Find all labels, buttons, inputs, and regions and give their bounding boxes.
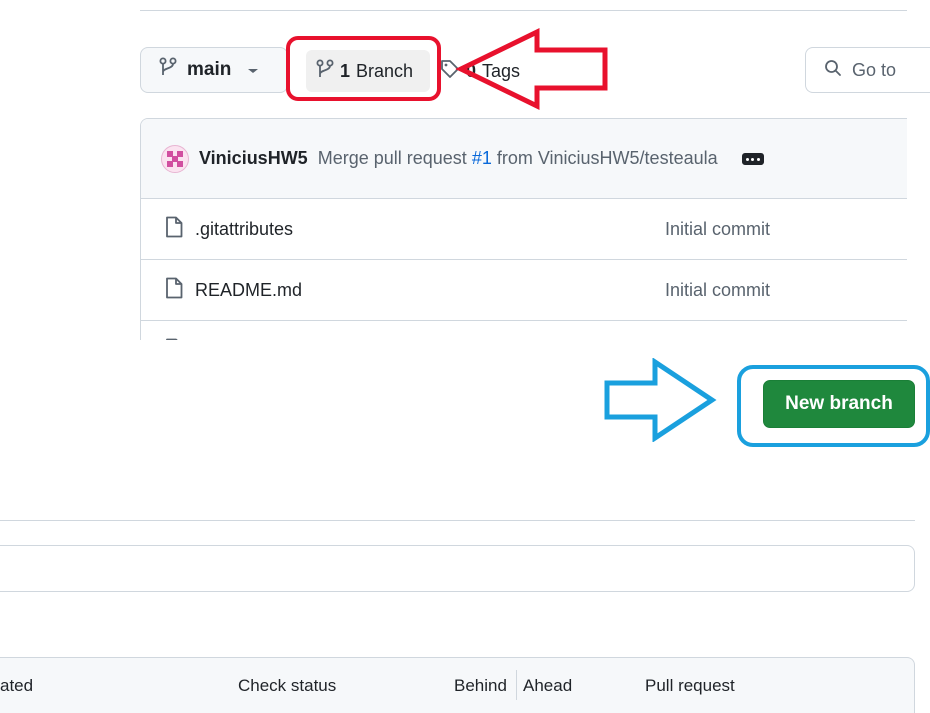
column-check-status: Check status — [238, 676, 337, 695]
chevron-down-icon — [247, 59, 259, 81]
search-placeholder: Go to — [852, 59, 897, 80]
crop-mask — [130, 340, 930, 360]
column-ahead: Ahead — [523, 676, 573, 695]
commit-message[interactable]: Merge pull request #1 from ViniciusHW5/t… — [318, 148, 718, 169]
section-divider — [0, 520, 915, 521]
branch-selector-button[interactable]: main — [140, 47, 288, 93]
commit-message-suffix: from ViniciusHW5/testeaula — [496, 148, 718, 168]
file-listing: ViniciusHW5 Merge pull request #1 from V… — [140, 118, 907, 343]
file-row[interactable]: .gitattributes Initial commit — [141, 199, 907, 260]
column-behind: Behind — [454, 676, 507, 695]
branch-name: main — [187, 59, 232, 80]
file-icon — [165, 277, 183, 304]
branch-search-input[interactable] — [0, 545, 915, 592]
file-row[interactable]: README.md Initial commit — [141, 260, 907, 321]
go-to-file-input[interactable]: Go to — [805, 47, 930, 93]
blue-arrow-annotation — [604, 358, 717, 442]
avatar[interactable] — [161, 144, 189, 173]
latest-commit-row: ViniciusHW5 Merge pull request #1 from V… — [141, 119, 907, 199]
ellipsis-icon[interactable] — [741, 152, 764, 165]
search-icon — [824, 59, 842, 82]
file-icon — [165, 216, 183, 243]
column-pull-request: Pull request — [645, 676, 735, 695]
git-branch-icon — [159, 57, 177, 83]
commit-author[interactable]: ViniciusHW5 — [199, 148, 308, 169]
file-commit-message[interactable]: Initial commit — [665, 219, 770, 240]
file-name[interactable]: README.md — [195, 280, 665, 301]
file-name[interactable]: .gitattributes — [195, 219, 665, 240]
new-branch-button[interactable]: New branch — [763, 380, 915, 428]
pull-request-link[interactable]: #1 — [472, 148, 492, 168]
top-divider — [140, 10, 907, 11]
file-commit-message[interactable]: Initial commit — [665, 280, 770, 301]
red-highlight-box — [286, 36, 441, 101]
behind-ahead-separator — [516, 670, 517, 700]
red-arrow-annotation — [455, 28, 608, 110]
column-updated: ated — [0, 676, 34, 695]
branch-table-header: ated Check status Behind Ahead Pull requ… — [0, 657, 915, 713]
commit-message-prefix: Merge pull request — [317, 148, 467, 168]
